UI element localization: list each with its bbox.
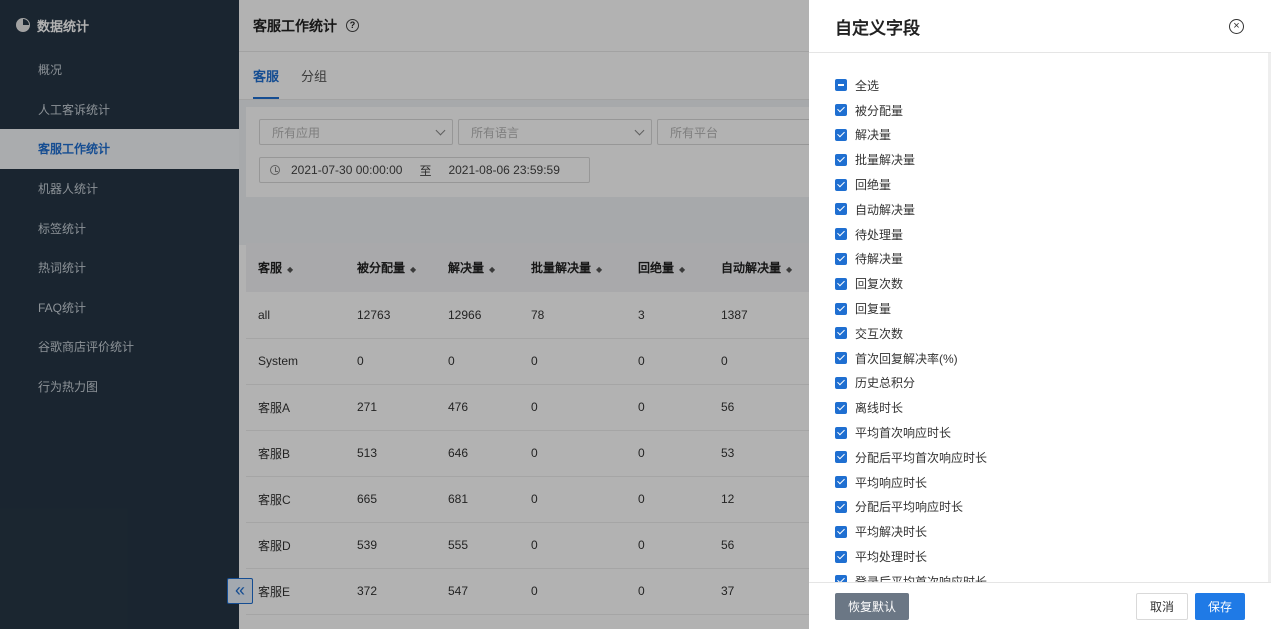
field-checkbox-row[interactable]: 待处理量 — [835, 222, 1271, 247]
field-checkbox-row[interactable]: 首次回复解决率(%) — [835, 346, 1271, 371]
field-label: 首次回复解决率(%) — [855, 351, 958, 366]
checkbox-indeterminate-icon[interactable] — [835, 79, 847, 92]
field-checkbox-row[interactable]: 解决量 — [835, 123, 1271, 148]
checkbox-checked-icon[interactable] — [835, 104, 847, 117]
field-label: 批量解决量 — [855, 153, 916, 168]
field-label: 平均响应时长 — [855, 475, 928, 490]
field-label: 待解决量 — [855, 252, 904, 267]
custom-fields-drawer: 自定义字段 × 全选 被分配量解决量批量解决量回绝量自动解决量待处理量待解决量回… — [809, 0, 1271, 629]
save-button[interactable]: 保存 — [1194, 592, 1245, 620]
field-checkbox-row[interactable]: 平均解决时长 — [835, 519, 1271, 544]
field-checkbox-row[interactable]: 分配后平均首次响应时长 — [835, 445, 1271, 470]
checkbox-checked-icon[interactable] — [835, 277, 847, 290]
field-checkbox-row[interactable]: 平均响应时长 — [835, 470, 1271, 495]
checkbox-checked-icon[interactable] — [835, 401, 847, 414]
field-checkbox-row[interactable]: 自动解决量 — [835, 197, 1271, 222]
field-checkbox-row[interactable]: 待解决量 — [835, 247, 1271, 272]
field-label: 平均解决时长 — [855, 525, 928, 540]
checkbox-checked-icon[interactable] — [835, 178, 847, 191]
checkbox-checked-icon[interactable] — [835, 203, 847, 216]
field-checkbox-row[interactable]: 平均首次响应时长 — [835, 420, 1271, 445]
field-label: 平均首次响应时长 — [855, 426, 952, 441]
field-checkbox-row[interactable]: 分配后平均响应时长 — [835, 495, 1271, 520]
drawer-footer: 恢复默认 取消 保存 — [809, 582, 1271, 629]
field-label: 分配后平均首次响应时长 — [855, 450, 988, 465]
field-checkbox-row[interactable]: 离线时长 — [835, 395, 1271, 420]
cancel-button[interactable]: 取消 — [1135, 592, 1188, 620]
field-label: 平均处理时长 — [855, 550, 928, 565]
checkbox-checked-icon[interactable] — [835, 352, 847, 365]
checkbox-checked-icon[interactable] — [835, 153, 847, 166]
field-checkbox-row[interactable]: 回复量 — [835, 296, 1271, 321]
field-checkbox-row[interactable]: 回绝量 — [835, 172, 1271, 197]
field-checkbox-row[interactable]: 批量解决量 — [835, 147, 1271, 172]
field-label: 登录后平均首次响应时长 — [855, 574, 988, 582]
field-label: 自动解决量 — [855, 202, 916, 217]
field-label: 待处理量 — [855, 227, 904, 242]
checkbox-checked-icon[interactable] — [835, 500, 847, 513]
select-all-label: 全选 — [855, 78, 880, 93]
checkbox-checked-icon[interactable] — [835, 302, 847, 315]
field-label: 离线时长 — [855, 401, 904, 416]
field-label: 回复次数 — [855, 277, 904, 292]
field-label: 交互次数 — [855, 326, 904, 341]
close-circle-icon[interactable]: × — [1229, 18, 1244, 34]
checkbox-checked-icon[interactable] — [835, 252, 847, 265]
field-checkbox-row[interactable]: 被分配量 — [835, 98, 1271, 123]
field-checkbox-row[interactable]: 回复次数 — [835, 271, 1271, 296]
field-label: 解决量 — [855, 128, 892, 143]
checkbox-checked-icon[interactable] — [835, 476, 847, 489]
select-all-checkbox[interactable]: 全选 — [835, 73, 1271, 98]
drawer-header: 自定义字段 × — [809, 0, 1271, 53]
field-label: 回复量 — [855, 302, 892, 317]
checkbox-checked-icon[interactable] — [835, 376, 847, 389]
field-checkbox-row[interactable]: 平均处理时长 — [835, 544, 1271, 569]
field-checkbox-row[interactable]: 交互次数 — [835, 321, 1271, 346]
checkbox-checked-icon[interactable] — [835, 228, 847, 241]
checkbox-checked-icon[interactable] — [835, 451, 847, 464]
reset-default-button[interactable]: 恢复默认 — [835, 592, 910, 620]
checkbox-checked-icon[interactable] — [835, 550, 847, 563]
field-list: 全选 被分配量解决量批量解决量回绝量自动解决量待处理量待解决量回复次数回复量交互… — [809, 53, 1271, 582]
drawer-title: 自定义字段 — [835, 18, 920, 38]
field-label: 历史总积分 — [855, 376, 916, 391]
checkbox-checked-icon[interactable] — [835, 128, 847, 141]
field-checkbox-row[interactable]: 登录后平均首次响应时长 — [835, 569, 1271, 582]
field-checkbox-row[interactable]: 历史总积分 — [835, 371, 1271, 396]
checkbox-checked-icon[interactable] — [835, 327, 847, 340]
field-label: 被分配量 — [855, 103, 904, 118]
checkbox-checked-icon[interactable] — [835, 525, 847, 538]
field-label: 回绝量 — [855, 178, 892, 193]
field-label: 分配后平均响应时长 — [855, 500, 964, 515]
checkbox-checked-icon[interactable] — [835, 575, 847, 582]
checkbox-checked-icon[interactable] — [835, 426, 847, 439]
